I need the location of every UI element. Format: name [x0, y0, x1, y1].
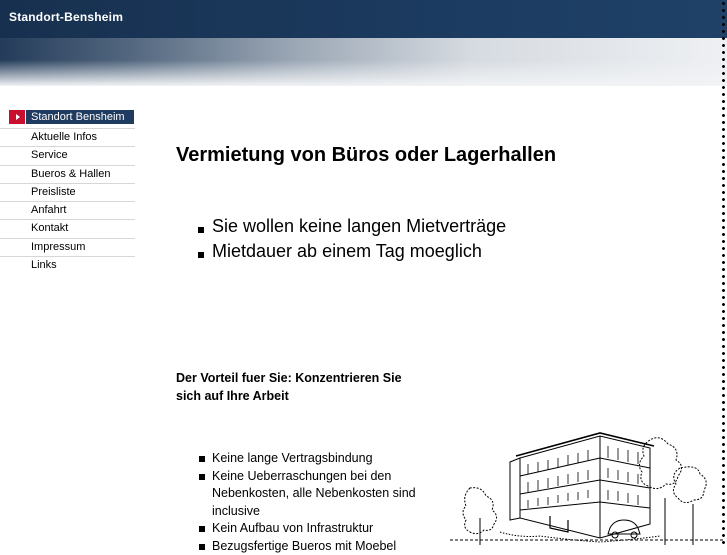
nav-item-aktuelle-infos[interactable]: Aktuelle Infos	[0, 128, 135, 146]
page-headline: Vermietung von Büros oder Lagerhallen	[176, 144, 556, 167]
list-item: Keine Ueberraschungen bei den Nebenkoste…	[198, 468, 438, 521]
nav-item-kontakt[interactable]: Kontakt	[0, 219, 135, 237]
nav-item-preisliste[interactable]: Preisliste	[0, 183, 135, 201]
header-gradient-band	[0, 38, 727, 86]
list-item: Sie wollen keine langen Mietverträge	[198, 216, 506, 241]
nav-item-bueros-hallen[interactable]: Bueros & Hallen	[0, 165, 135, 183]
nav-item-service[interactable]: Service	[0, 146, 135, 164]
nav-item-label: Impressum	[31, 241, 85, 253]
nav-item-label: Bueros & Hallen	[31, 168, 111, 180]
office-building-sketch	[450, 428, 725, 545]
key-points-list: Sie wollen keine langen Mietverträge Mie…	[198, 216, 506, 266]
nav-item-standort-bensheim[interactable]: Standort Bensheim	[0, 110, 135, 124]
site-title: Standort-Bensheim	[9, 10, 123, 24]
nav-item-label: Anfahrt	[31, 204, 66, 216]
nav-item-label: Preisliste	[31, 186, 76, 198]
triangle-right-icon	[9, 110, 25, 124]
sidebar-nav: Standort Bensheim Aktuelle Infos Service…	[0, 110, 135, 274]
nav-item-impressum[interactable]: Impressum	[0, 238, 135, 256]
list-item: Keine lange Vertragsbindung	[198, 450, 438, 468]
list-item: Bezugsfertige Bueros mit Moebel	[198, 538, 438, 555]
nav-item-label: Kontakt	[31, 222, 68, 234]
nav-item-label: Aktuelle Infos	[31, 131, 97, 143]
advantages-list: Keine lange Vertragsbindung Keine Ueberr…	[198, 450, 438, 555]
list-item: Kein Aufbau von Infrastruktur	[198, 520, 438, 538]
nav-item-label: Service	[31, 149, 68, 161]
nav-item-links[interactable]: Links	[0, 256, 135, 274]
site-header: Standort-Bensheim	[0, 0, 727, 38]
nav-item-anfahrt[interactable]: Anfahrt	[0, 201, 135, 219]
list-item: Mietdauer ab einem Tag moeglich	[198, 241, 506, 266]
nav-item-label: Links	[31, 259, 57, 271]
nav-item-label: Standort Bensheim	[31, 111, 125, 123]
advantage-heading: Der Vorteil fuer Sie: Konzentrieren Sie …	[176, 369, 426, 405]
